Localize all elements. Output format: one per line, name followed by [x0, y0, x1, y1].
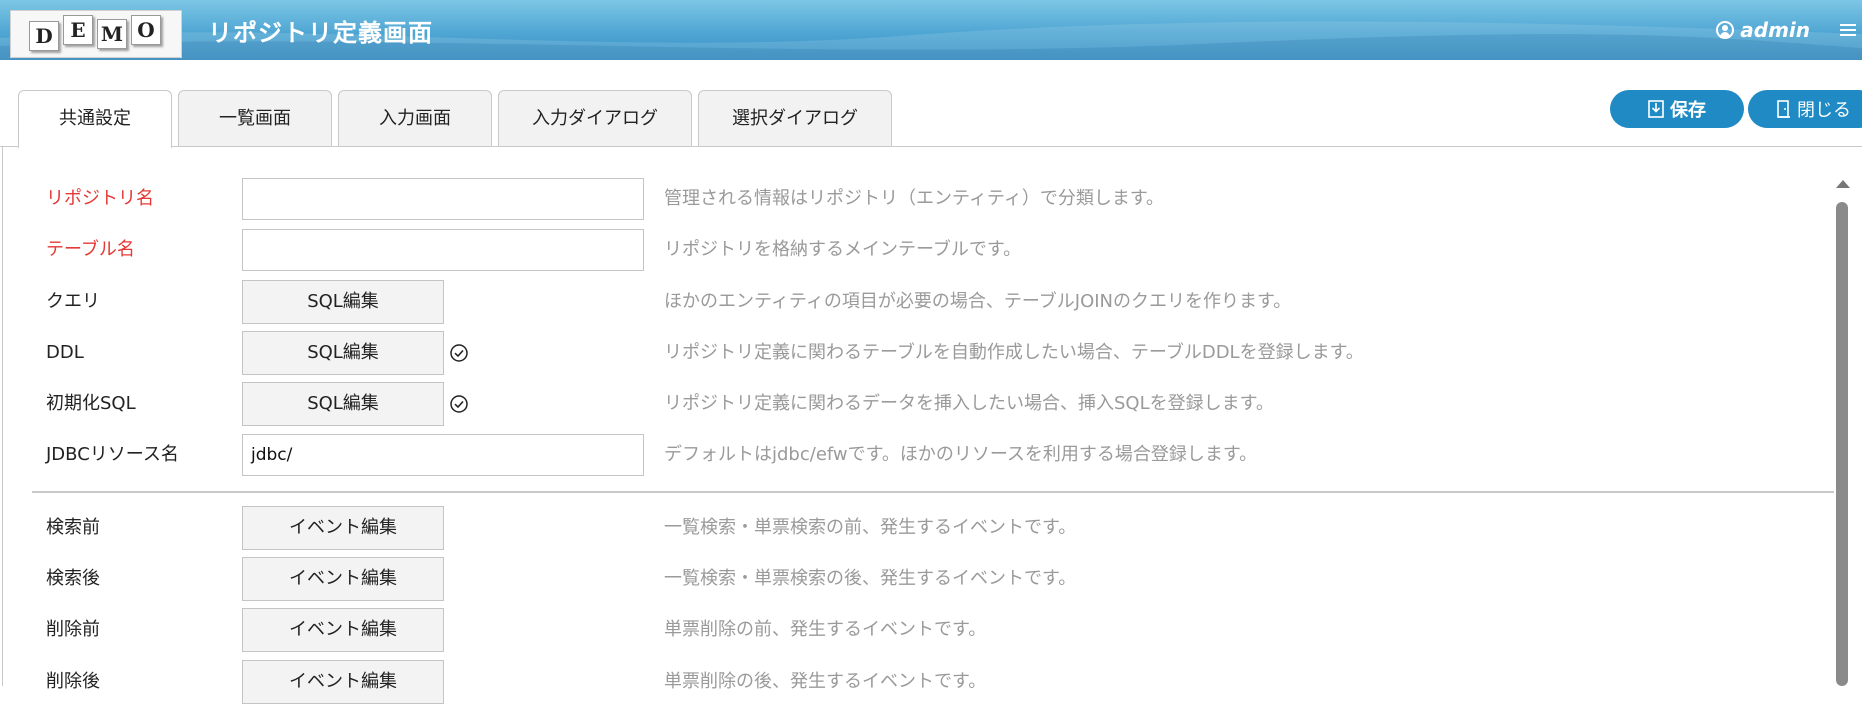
- close-label: 閉じる: [1797, 100, 1851, 121]
- before-delete-label: 削除前: [46, 619, 100, 640]
- vertical-scrollbar-thumb[interactable]: [1836, 202, 1848, 686]
- after-search-description: 一覧検索・単票検索の後、発生するイベントです。: [664, 568, 1077, 589]
- repository-name-input[interactable]: [242, 178, 644, 220]
- tab-select-dialog[interactable]: 選択ダイアログ: [698, 90, 892, 146]
- ddl-description: リポジトリ定義に関わるテーブルを自動作成したい場合、テーブルDDLを登録します。: [664, 342, 1364, 363]
- logo-tile-o: O: [131, 15, 161, 45]
- table-name-input[interactable]: [242, 229, 644, 271]
- user-name: admin: [1740, 18, 1810, 42]
- ddl-label: DDL: [46, 342, 84, 363]
- save-label: 保存: [1670, 100, 1706, 121]
- logo-tile-m: M: [97, 19, 127, 49]
- demo-logo[interactable]: D E M O: [10, 10, 182, 58]
- save-icon: [1648, 100, 1664, 118]
- after-search-event-edit-button[interactable]: イベント編集: [242, 557, 444, 601]
- tab-common-settings[interactable]: 共通設定: [18, 90, 172, 148]
- hamburger-menu-icon[interactable]: [1840, 24, 1856, 38]
- init-sql-description: リポジトリ定義に関わるデータを挿入したい場合、挿入SQLを登録します。: [664, 393, 1274, 414]
- logo-tile-e: E: [63, 15, 93, 45]
- jdbc-label: JDBCリソース名: [46, 444, 179, 465]
- table-name-description: リポジトリを格納するメインテーブルです。: [664, 239, 1022, 260]
- form-row-before-search: 検索前 イベント編集 一覧検索・単票検索の前、発生するイベントです。: [0, 504, 1840, 552]
- tab-divider: [0, 146, 1862, 147]
- query-label: クエリ: [46, 291, 100, 312]
- tab-input-screen[interactable]: 入力画面: [338, 90, 492, 146]
- tab-list-screen[interactable]: 一覧画面: [178, 90, 332, 146]
- form-row-ddl: DDL SQL編集 リポジトリ定義に関わるテーブルを自動作成したい場合、テーブル…: [0, 329, 1840, 377]
- before-search-label: 検索前: [46, 517, 100, 538]
- logo-tile-d: D: [29, 21, 59, 51]
- form-row-before-delete: 削除前 イベント編集 単票削除の前、発生するイベントです。: [0, 606, 1840, 654]
- ddl-check-icon: [450, 344, 468, 362]
- init-sql-check-icon: [450, 395, 468, 413]
- form-row-repository-name: リポジトリ名 管理される情報はリポジトリ（エンティティ）で分類します。: [0, 175, 1840, 223]
- save-button[interactable]: 保存: [1610, 90, 1744, 128]
- repository-name-description: 管理される情報はリポジトリ（エンティティ）で分類します。: [664, 188, 1165, 209]
- init-sql-edit-button[interactable]: SQL編集: [242, 382, 444, 426]
- ddl-sql-edit-button[interactable]: SQL編集: [242, 331, 444, 375]
- query-description: ほかのエンティティの項目が必要の場合、テーブルJOINのクエリを作ります。: [664, 291, 1292, 312]
- section-divider: [32, 491, 1834, 493]
- after-delete-event-edit-button[interactable]: イベント編集: [242, 660, 444, 704]
- query-sql-edit-button[interactable]: SQL編集: [242, 280, 444, 324]
- jdbc-resource-input[interactable]: jdbc/: [242, 434, 644, 476]
- init-sql-label: 初期化SQL: [46, 393, 136, 414]
- before-delete-event-edit-button[interactable]: イベント編集: [242, 608, 444, 652]
- user-menu[interactable]: admin: [1716, 18, 1810, 42]
- jdbc-description: デフォルトはjdbc/efwです。ほかのリソースを利用する場合登録します。: [664, 444, 1258, 465]
- form-row-after-search: 検索後 イベント編集 一覧検索・単票検索の後、発生するイベントです。: [0, 555, 1840, 603]
- before-search-event-edit-button[interactable]: イベント編集: [242, 506, 444, 550]
- close-button[interactable]: 閉じる: [1748, 90, 1862, 128]
- form-row-jdbc: JDBCリソース名 jdbc/ デフォルトはjdbc/efwです。ほかのリソース…: [0, 431, 1840, 479]
- after-delete-description: 単票削除の後、発生するイベントです。: [664, 671, 987, 692]
- before-search-description: 一覧検索・単票検索の前、発生するイベントです。: [664, 517, 1077, 538]
- page-title: リポジトリ定義画面: [208, 19, 433, 47]
- form-row-table-name: テーブル名 リポジトリを格納するメインテーブルです。: [0, 226, 1840, 274]
- form-row-init-sql: 初期化SQL SQL編集 リポジトリ定義に関わるデータを挿入したい場合、挿入SQ…: [0, 380, 1840, 428]
- after-delete-label: 削除後: [46, 671, 100, 692]
- tab-input-dialog[interactable]: 入力ダイアログ: [498, 90, 692, 146]
- form-row-after-delete: 削除後 イベント編集 単票削除の後、発生するイベントです。: [0, 658, 1840, 706]
- before-delete-description: 単票削除の前、発生するイベントです。: [664, 619, 987, 640]
- form-row-query: クエリ SQL編集 ほかのエンティティの項目が必要の場合、テーブルJOINのクエ…: [0, 278, 1840, 326]
- table-name-label: テーブル名: [46, 239, 135, 260]
- app-header: D E M O リポジトリ定義画面 admin: [0, 0, 1862, 60]
- door-exit-icon: [1777, 100, 1790, 118]
- repository-name-label: リポジトリ名: [46, 188, 154, 209]
- scroll-up-arrow-icon[interactable]: [1836, 180, 1850, 188]
- after-search-label: 検索後: [46, 568, 100, 589]
- user-icon: [1716, 21, 1735, 39]
